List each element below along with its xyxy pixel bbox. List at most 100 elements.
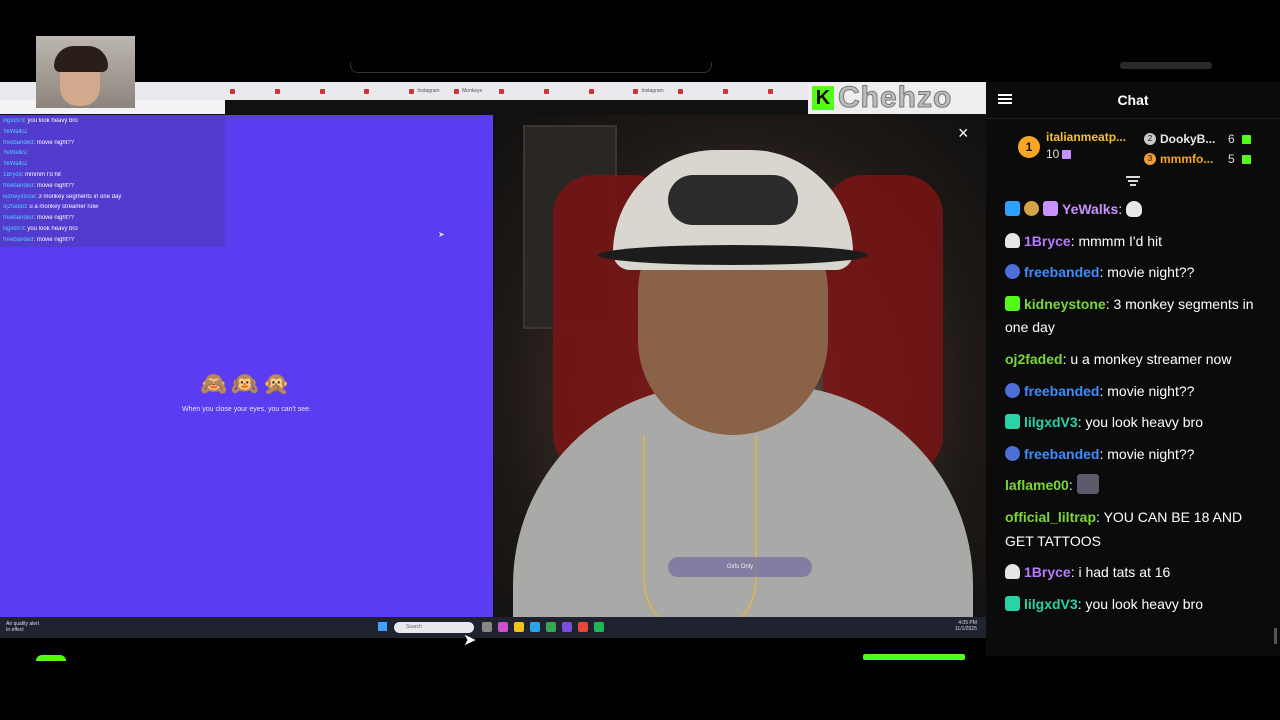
chrome-icon (546, 622, 556, 632)
expand-gifters-icon[interactable] (1126, 176, 1140, 188)
chat-username[interactable]: official_liltrap (1005, 509, 1096, 525)
chat-username[interactable]: laflame00 (1005, 477, 1069, 493)
chat-username[interactable]: freebanded (1024, 446, 1099, 462)
chat-message: oj2faded: u a monkey streamer now (1005, 348, 1267, 372)
chat-message: lilgxdV3: you look heavy bro (1005, 411, 1267, 435)
helmet-badge-icon[interactable] (1024, 201, 1039, 216)
browser-tab[interactable] (364, 88, 403, 94)
ghost-badge-icon[interactable] (1005, 232, 1020, 248)
tab-favicon-icon (723, 88, 729, 94)
chat-message: kidneystone: 3 monkey segments in one da… (1005, 293, 1267, 340)
top-gifter-count: 10 (1046, 147, 1126, 161)
browser-tab[interactable]: Instagram (409, 88, 448, 94)
tab-favicon-icon (409, 88, 415, 94)
browser-tab[interactable]: Monkeys (454, 88, 493, 94)
kick-green-tab[interactable] (36, 655, 66, 661)
chat-username[interactable]: 1Bryce (1024, 233, 1071, 249)
top-gifter[interactable]: 1 italianmeatp... 10 (1018, 130, 1126, 161)
gifter-row[interactable]: 2 DookyB... 6 (1144, 129, 1251, 149)
edge-icon (530, 622, 540, 632)
browser-tab[interactable] (498, 88, 538, 94)
gift-g-badge-icon[interactable] (1005, 295, 1020, 311)
chat-message: freebanded: movie night?? (1005, 443, 1267, 467)
gift-t-badge-icon[interactable] (1005, 595, 1020, 611)
rocket-badge-icon[interactable] (1005, 264, 1020, 280)
overlay-chat-user: YeWalks (3, 128, 26, 135)
overlay-chat-user: YeWalks (3, 161, 26, 168)
spotify-icon (594, 622, 604, 632)
chat-text: movie night?? (1107, 445, 1195, 462)
stream-chat-overlay: lilgxdV3: you look heavy bro YeWalks: free… (0, 115, 225, 247)
tab-favicon-icon (454, 88, 460, 94)
browser-tab[interactable] (230, 88, 269, 94)
chat-username[interactable]: lilgxdV3 (1024, 596, 1078, 612)
gift-badge-icon[interactable] (1043, 201, 1058, 216)
browser-tab[interactable] (678, 88, 717, 94)
browser-tab[interactable] (543, 88, 583, 94)
tab-favicon-icon (543, 88, 549, 94)
rank-badge: 2 (1144, 133, 1156, 145)
windows-taskbar: Air quality alert In effect Search 4:05 … (0, 617, 986, 638)
chat-username[interactable]: 1Bryce (1024, 564, 1071, 580)
channel-watermark: K Chehzo (808, 81, 986, 115)
chat-text: you look heavy bro (1085, 595, 1203, 612)
gift-count: 6 (1228, 132, 1235, 146)
follow-button[interactable] (863, 654, 965, 660)
chat-username[interactable]: lilgxdV3 (1024, 414, 1078, 430)
tab-favicon-icon (588, 88, 594, 94)
chat-username[interactable]: kidneystone (1024, 296, 1106, 312)
chat-username[interactable]: YeWalks (1062, 201, 1118, 217)
cam-overlay-label: Girls Only (668, 557, 812, 577)
gift-t-badge-icon[interactable] (1005, 414, 1020, 430)
overlay-chat-text: : mmmm I'd hit (21, 171, 61, 178)
overlay-chat-text: : (25, 128, 28, 135)
kick-logo-icon: K (812, 86, 834, 110)
overlay-chat-user: lilgxdV3 (3, 118, 25, 124)
gifter-row[interactable]: 3 mmmfo... 5 (1144, 149, 1251, 169)
rank-badge: 1 (1018, 136, 1040, 158)
browser-tab[interactable] (767, 88, 807, 94)
stream-video[interactable]: InstagramMonkeysInstagramChess 🙈🙉🙊 When … (0, 81, 986, 638)
overlay-chat-user: kidneystone (3, 193, 36, 200)
channel-name: Chehzo (837, 81, 953, 115)
bolt-badge-icon[interactable] (1005, 201, 1020, 216)
tab-favicon-icon (633, 88, 639, 94)
webcam-feed: Girls Only (493, 115, 986, 617)
top-right-bar (1120, 62, 1212, 69)
browser-tab[interactable]: Instagram (633, 88, 672, 94)
chat-message: 1Bryce: i had tats at 16 (1005, 561, 1267, 585)
ghost-badge-icon[interactable] (1005, 564, 1020, 580)
overlay-chat-line: YeWalks: (3, 129, 222, 140)
chat-scrollbar[interactable] (1274, 628, 1277, 644)
overlay-chat-user: lilgxdV3 (3, 225, 25, 232)
rocket-badge-icon[interactable] (1005, 382, 1020, 398)
face-emote-icon (1076, 474, 1099, 495)
chat-title: Chat (1117, 92, 1149, 108)
taskbar-apps (482, 622, 604, 632)
chat-username[interactable]: oj2faded (1005, 351, 1063, 367)
overlay-chat-user: freebanded (3, 182, 34, 189)
clock-date: 11/1/2025 (955, 626, 977, 632)
hat-brim (598, 245, 868, 265)
chat-username[interactable]: freebanded (1024, 264, 1099, 280)
chat-message: lilgxdV3: you look heavy bro (1005, 593, 1267, 617)
chat-username[interactable]: freebanded (1024, 383, 1099, 399)
tab-favicon-icon (498, 88, 504, 94)
overlay-chat-user: freebanded (3, 139, 34, 146)
browser-tab[interactable] (723, 88, 762, 94)
monkey-caption: When you close your eyes, you can't see. (182, 406, 311, 413)
browser-tab[interactable] (588, 88, 628, 94)
overlay-chat-line: freebanded: movie night?? (3, 215, 222, 226)
app-icon (562, 622, 572, 632)
colon-separator: : (1096, 508, 1104, 525)
rocket-badge-icon[interactable] (1005, 445, 1020, 461)
overlay-chat-line: kidneystone: 3 monkey segments in one da… (3, 194, 222, 205)
facecam-hair (54, 46, 108, 72)
close-icon[interactable]: × (958, 124, 969, 142)
browser-tab[interactable] (274, 88, 314, 94)
gifter-name: DookyB... (1160, 132, 1216, 146)
gifter-list: 2 DookyB... 6 3 mmmfo... 5 (1144, 129, 1251, 169)
monkey-emojis: 🙈🙉🙊 (200, 371, 295, 396)
chat-text: i had tats at 16 (1078, 564, 1171, 581)
browser-tab[interactable] (319, 88, 359, 94)
